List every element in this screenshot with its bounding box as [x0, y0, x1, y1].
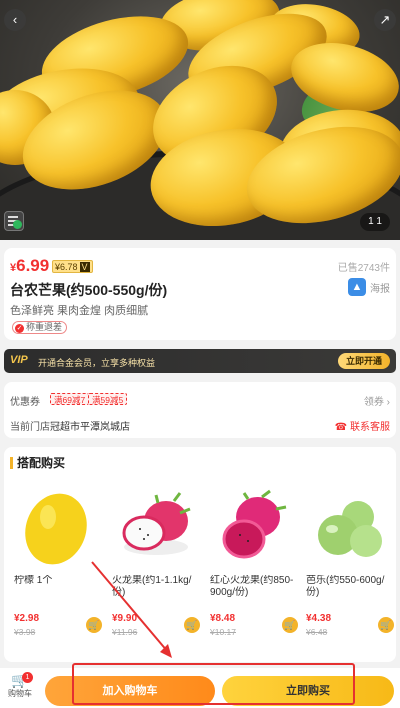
coupon-tag[interactable]: 满59减5	[88, 393, 128, 405]
chevron-left-icon: ‹	[12, 12, 18, 27]
combo-item[interactable]: 火龙果(约1-1.1kg/份) ¥9.90 ¥11.96 🛒	[110, 487, 200, 655]
combo-purchase-section: 搭配购买 柠檬 1个 ¥2.98 ¥3.98 🛒 火龙果(约1-1.1kg/份)…	[4, 447, 396, 662]
vip-banner[interactable]: VIP 开通合金会员，立享多种权益 立即开通	[4, 349, 396, 373]
combo-item[interactable]: 红心火龙果(约850-900g/份) ¥8.48 ¥10.17 🛒	[208, 487, 298, 655]
combo-item[interactable]: 柠檬 1个 ¥2.98 ¥3.98 🛒	[12, 487, 102, 655]
sold-count: 已售2743件	[337, 263, 390, 274]
headset-icon: ☎	[334, 422, 348, 433]
vip-open-button[interactable]: 立即开通	[337, 353, 390, 369]
buy-now-button[interactable]: 立即购买	[222, 676, 394, 706]
vip-logo: VIP	[10, 354, 28, 366]
dragon-fruit-image	[122, 492, 191, 555]
coupon-store-card: 优惠券 满69减7 满59减5 领券 › 当前门店 冠超市平潭岚城店 ☎ 联系客…	[4, 382, 396, 438]
back-button[interactable]: ‹	[4, 9, 26, 31]
guava-image	[318, 501, 382, 557]
product-info-card: ¥6.99 ¥6.78 V 已售2743件 台农芒果(约500-550g/份) 色…	[4, 248, 396, 340]
store-label: 当前门店	[10, 422, 50, 433]
section-title: 搭配购买	[10, 457, 65, 469]
share-button[interactable]: ↗	[374, 9, 396, 31]
get-coupon-link[interactable]: 领券 ›	[364, 393, 390, 408]
cart-badge: 1	[22, 672, 33, 683]
poster-label: 海报	[370, 283, 390, 295]
add-cart-icon[interactable]: 🛒	[282, 617, 298, 633]
product-title: 台农芒果(约500-550g/份)	[10, 282, 168, 298]
share-out-icon: ↗	[379, 12, 391, 27]
combo-item[interactable]: 芭乐(约550-600g/份) ¥4.38 ¥6.48 🛒	[304, 487, 394, 655]
image-icon: ▲	[348, 278, 366, 296]
product-subtitle: 色泽鲜亮 果肉金煌 肉质细腻	[10, 305, 149, 317]
coupon-tag[interactable]: 满69减7	[50, 393, 90, 405]
vip-text: 开通合金会员，立享多种权益	[38, 358, 156, 368]
add-cart-icon[interactable]: 🛒	[378, 617, 394, 633]
vip-price-badge: ¥6.78 V	[52, 260, 93, 273]
store-name: 冠超市平潭岚城店	[50, 422, 130, 433]
refund-tag: ✓ 称重退差	[12, 321, 68, 334]
add-cart-icon[interactable]: 🛒	[86, 617, 102, 633]
check-icon: ✓	[15, 324, 24, 333]
cart-label: 购物车	[8, 689, 32, 698]
category-icon[interactable]	[4, 211, 24, 231]
product-image-gallery[interactable]: ‹ ↗ 1 1	[0, 0, 400, 240]
add-cart-icon[interactable]: 🛒	[184, 617, 200, 633]
coupon-label: 优惠券	[10, 397, 40, 408]
image-counter: 1 1	[360, 213, 390, 231]
add-to-cart-button[interactable]: 加入购物车	[45, 676, 215, 706]
customer-service-link[interactable]: ☎ 联系客服	[335, 418, 390, 433]
product-price: ¥6.99	[10, 256, 50, 275]
red-dragon-fruit-image	[222, 489, 287, 559]
cart-tab[interactable]: 🛒 购物车 1	[2, 672, 38, 706]
cart-icon: 🛒	[11, 672, 29, 688]
poster-share-button[interactable]: ▲ 海报	[348, 278, 390, 296]
lemon-image	[25, 493, 87, 565]
bottom-action-bar: 🛒 购物车 1 加入购物车 立即购买	[0, 668, 400, 708]
